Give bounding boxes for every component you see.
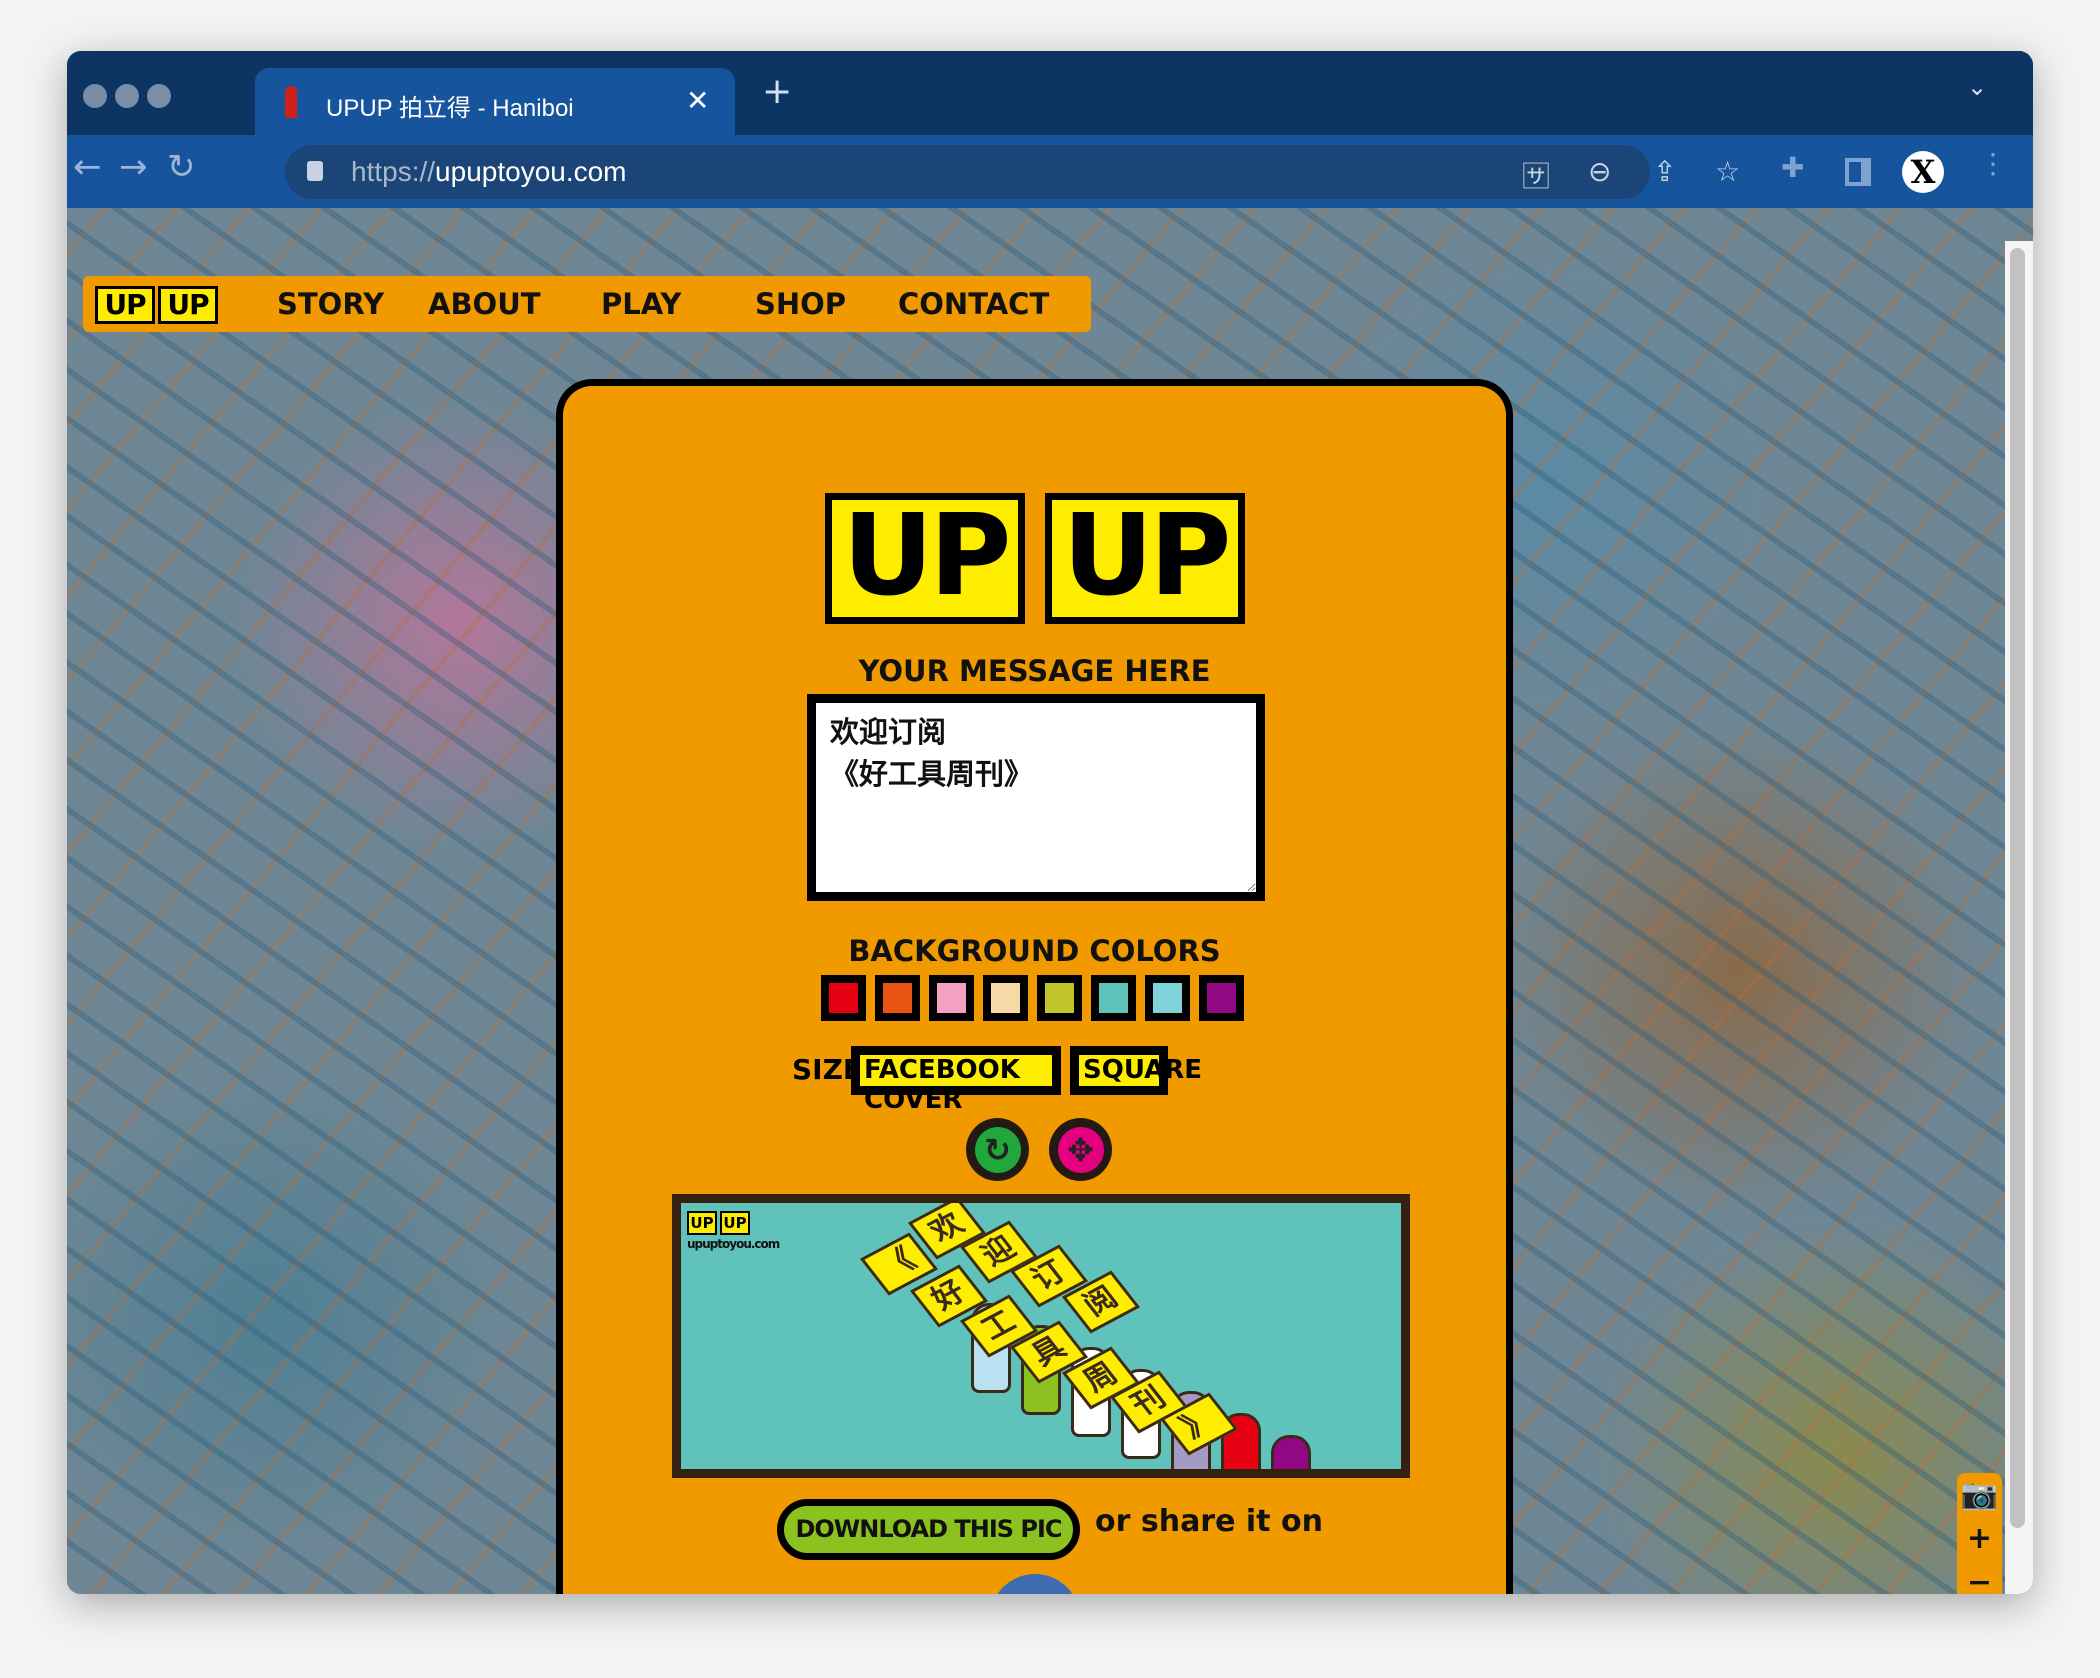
download-button[interactable]: DOWNLOAD THIS PIC <box>777 1499 1080 1560</box>
tab-close-icon[interactable]: ✕ <box>686 84 709 117</box>
browser-toolbar: ← → ↻ https://upuptoyou.com 🈂 ⊖ ⇪ ☆ ✚ X … <box>67 135 2033 208</box>
share-text: or share it on <box>1095 1504 1323 1539</box>
move-arrows-icon: ✥ <box>1057 1126 1104 1173</box>
message-heading: YOUR MESSAGE HERE <box>858 654 1211 688</box>
zoom-in-icon[interactable]: + <box>1957 1517 2002 1561</box>
crowd-figure <box>1271 1435 1311 1469</box>
reload-icon[interactable]: ↻ <box>167 147 196 187</box>
color-swatch[interactable] <box>1091 975 1136 1021</box>
forward-icon[interactable]: → <box>119 147 148 187</box>
share-icon[interactable]: ⇪ <box>1653 155 1676 188</box>
extensions-icon[interactable]: ✚ <box>1781 151 1804 184</box>
site-nav: UP UP STORY ABOUT PLAY SHOP CONTACT <box>83 276 1091 332</box>
preview-domain: upuptoyou.com <box>687 1237 780 1251</box>
lock-icon <box>307 161 323 181</box>
minimize-window-button[interactable] <box>115 84 139 108</box>
capture-zoom-widget: 📷 + − <box>1957 1473 2002 1594</box>
browser-menu-icon[interactable]: ⋮ <box>1979 147 2007 180</box>
site-logo-up-2[interactable]: UP <box>158 286 218 324</box>
site-logo-up-1[interactable]: UP <box>95 286 155 324</box>
tab-title: UPUP 拍立得 - Haniboi <box>326 95 574 122</box>
tab-active[interactable]: UPUP 拍立得 - Haniboi ✕ <box>255 68 735 136</box>
zoom-out-icon[interactable]: ⊖ <box>1588 155 1611 188</box>
facebook-share-icon[interactable]: f <box>990 1574 1080 1594</box>
size-row: SIZE FACEBOOK COVER SQUARE <box>563 1046 1506 1115</box>
move-button[interactable]: ✥ <box>1049 1118 1112 1181</box>
address-bar[interactable]: https://upuptoyou.com 🈂 ⊖ ⇪ ☆ <box>285 145 1740 199</box>
favicon-icon <box>285 86 297 118</box>
translate-icon[interactable]: 🈂 <box>1522 155 1550 195</box>
nav-story[interactable]: STORY <box>277 287 384 321</box>
color-swatch[interactable] <box>821 975 866 1021</box>
nav-shop[interactable]: SHOP <box>755 287 846 321</box>
size-square-button[interactable]: SQUARE <box>1070 1046 1202 1095</box>
browser-window: UPUP 拍立得 - Haniboi ✕ + ⌄ ← → ↻ https://u… <box>67 51 2033 1594</box>
color-swatch[interactable] <box>1037 975 1082 1021</box>
page-content: UP UP STORY ABOUT PLAY SHOP CONTACT UP U… <box>67 208 2033 1594</box>
preview-logo-up-1: UP <box>687 1211 717 1235</box>
tab-bar: UPUP 拍立得 - Haniboi ✕ + ⌄ <box>67 51 2033 136</box>
preview-image: UP UP upuptoyou.com 欢迎订阅《好工具周刊》 <box>672 1194 1410 1478</box>
size-facebook-cover-button[interactable]: FACEBOOK COVER <box>851 1046 1061 1115</box>
tab-search-chevron-icon[interactable]: ⌄ <box>1967 73 1987 101</box>
background-colors-heading: BACKGROUND COLORS <box>848 934 1221 968</box>
upup-logo-left: UP <box>825 493 1025 624</box>
back-icon[interactable]: ← <box>73 147 102 187</box>
refresh-button[interactable]: ↻ <box>966 1118 1029 1181</box>
color-swatch[interactable] <box>983 975 1028 1021</box>
color-swatch[interactable] <box>875 975 920 1021</box>
maximize-window-button[interactable] <box>147 84 171 108</box>
message-input[interactable]: 欢迎订阅 《好工具周刊》 <box>807 694 1265 901</box>
close-window-button[interactable] <box>83 84 107 108</box>
profile-avatar[interactable]: X <box>1902 151 1944 193</box>
preview-logo-up-2: UP <box>720 1211 750 1235</box>
photo-maker-card: UP UP YOUR MESSAGE HERE 欢迎订阅 《好工具周刊》 BAC… <box>556 379 1513 1594</box>
new-tab-button[interactable]: + <box>762 71 792 112</box>
nav-contact[interactable]: CONTACT <box>898 287 1049 321</box>
nav-about[interactable]: ABOUT <box>428 287 541 321</box>
refresh-icon: ↻ <box>974 1126 1021 1173</box>
url-text[interactable]: https://upuptoyou.com <box>351 156 627 188</box>
color-swatch[interactable] <box>929 975 974 1021</box>
scrollbar-thumb[interactable] <box>2010 248 2025 1528</box>
bookmark-star-icon[interactable]: ☆ <box>1715 155 1740 188</box>
nav-play[interactable]: PLAY <box>601 287 681 321</box>
color-swatch[interactable] <box>1199 975 1244 1021</box>
color-swatch[interactable] <box>1145 975 1190 1021</box>
side-panel-icon[interactable] <box>1845 158 1871 186</box>
upup-logo-right: UP <box>1045 493 1245 624</box>
zoom-out-icon[interactable]: − <box>1957 1561 2002 1594</box>
camera-icon[interactable]: 📷 <box>1957 1473 2002 1517</box>
